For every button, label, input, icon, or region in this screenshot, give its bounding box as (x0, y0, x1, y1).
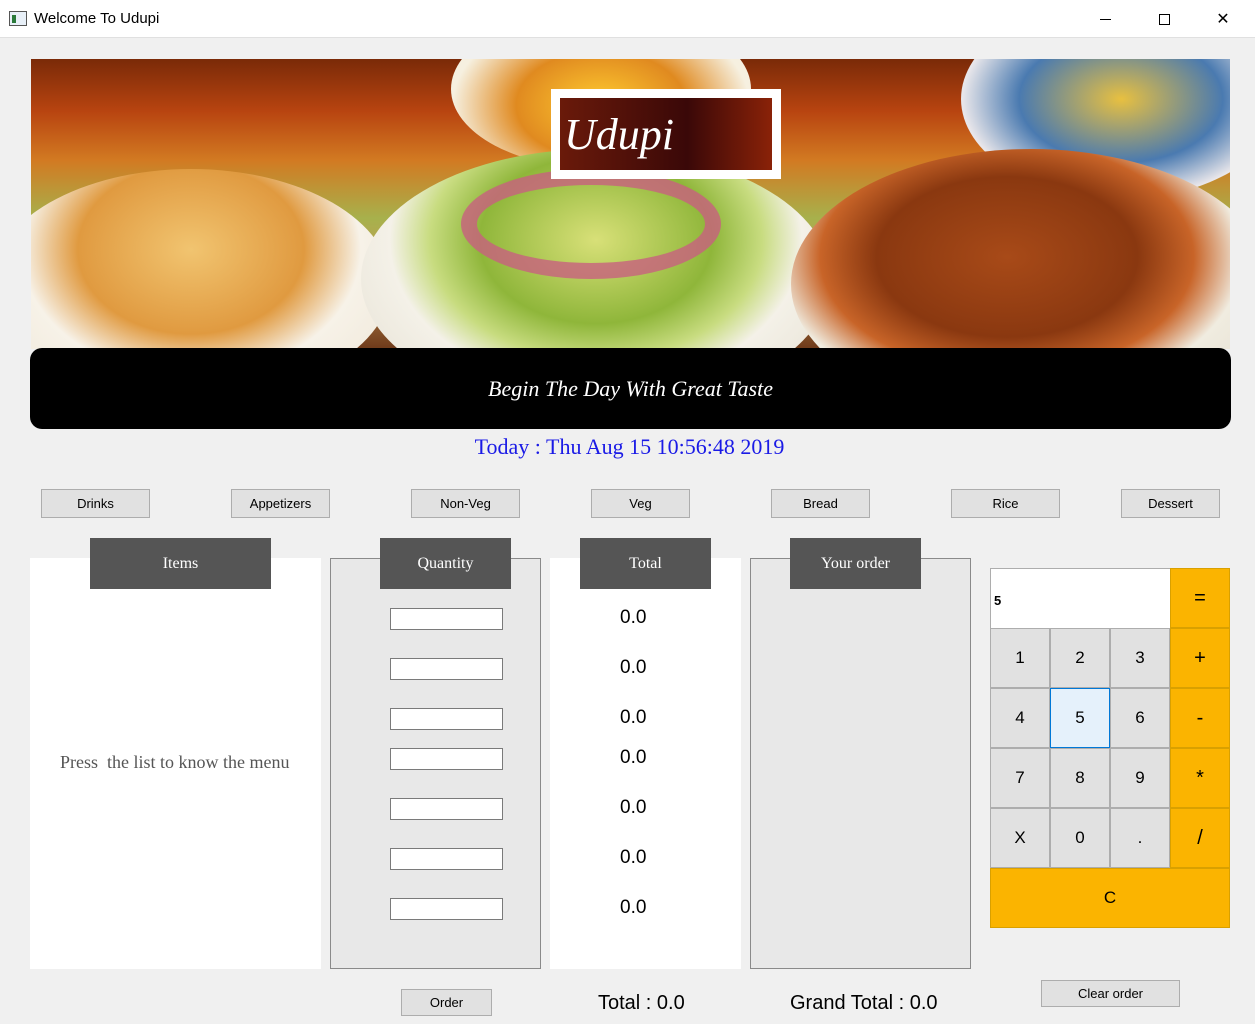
category-rice-button[interactable]: Rice (951, 489, 1060, 518)
calc-key-3[interactable]: 3 (1110, 628, 1170, 688)
clear-order-button[interactable]: Clear order (1041, 980, 1180, 1007)
order-button[interactable]: Order (401, 989, 492, 1016)
date-label: Today : Thu Aug 15 10:56:48 2019 (474, 434, 785, 459)
calc-clear-button[interactable]: C (990, 868, 1230, 928)
calc-key-8[interactable]: 8 (1050, 748, 1110, 808)
category-drinks-button[interactable]: Drinks (41, 489, 150, 518)
items-hint: Press the list to know the menu (60, 752, 290, 772)
calc-key-1[interactable]: 1 (990, 628, 1050, 688)
quantity-input[interactable] (390, 848, 503, 870)
calc-key-7[interactable]: 7 (990, 748, 1050, 808)
quantity-input[interactable] (390, 898, 503, 920)
title-bar: Welcome To Udupi ✕ (0, 0, 1255, 38)
calc-key-2[interactable]: 2 (1050, 628, 1110, 688)
item-total: 0.0 (620, 747, 647, 768)
banner-image: Udupi (31, 59, 1230, 349)
logo-text: Udupi (564, 109, 674, 159)
multiply-button[interactable]: * (1170, 748, 1230, 808)
calc-key-5[interactable]: 5 (1050, 688, 1110, 748)
divide-button[interactable]: / (1170, 808, 1230, 868)
quantity-input[interactable] (390, 748, 503, 770)
category-bread-button[interactable]: Bread (771, 489, 870, 518)
item-total: 0.0 (620, 607, 647, 628)
total-label: Total : 0.0 (598, 992, 685, 1014)
logo: Udupi (551, 89, 781, 179)
calc-key-4[interactable]: 4 (990, 688, 1050, 748)
category-veg-button[interactable]: Veg (591, 489, 690, 518)
your-order-panel (750, 558, 971, 969)
quantity-header: Quantity (380, 538, 511, 589)
calc-key-dot[interactable]: . (1110, 808, 1170, 868)
minus-button[interactable]: - (1170, 688, 1230, 748)
window-title: Welcome To Udupi (34, 10, 160, 27)
calc-key-9[interactable]: 9 (1110, 748, 1170, 808)
total-header: Total (580, 538, 711, 589)
tagline-bar: Begin The Day With Great Taste (30, 348, 1231, 429)
plus-button[interactable]: + (1170, 628, 1230, 688)
items-header: Items (90, 538, 271, 589)
item-total: 0.0 (620, 847, 647, 868)
grand-total-label: Grand Total : 0.0 (790, 992, 938, 1014)
close-button[interactable]: ✕ (1194, 0, 1252, 38)
item-total: 0.0 (620, 797, 647, 818)
quantity-input[interactable] (390, 798, 503, 820)
calc-key-6[interactable]: 6 (1110, 688, 1170, 748)
calculator-display[interactable]: 5 (990, 568, 1171, 629)
category-appetizers-button[interactable]: Appetizers (231, 489, 330, 518)
category-dessert-button[interactable]: Dessert (1121, 489, 1220, 518)
maximize-icon (1158, 13, 1170, 25)
quantity-input[interactable] (390, 708, 503, 730)
calc-key-0[interactable]: 0 (1050, 808, 1110, 868)
maximize-button[interactable] (1135, 0, 1193, 38)
minimize-button[interactable] (1076, 0, 1134, 38)
tagline: Begin The Day With Great Taste (488, 375, 773, 401)
close-icon: ✕ (1216, 11, 1230, 28)
category-non-veg-button[interactable]: Non-Veg (411, 489, 520, 518)
your-order-header: Your order (790, 538, 921, 589)
minimize-icon (1099, 18, 1111, 20)
item-total: 0.0 (620, 707, 647, 728)
quantity-input[interactable] (390, 608, 503, 630)
calc-key-x[interactable]: X (990, 808, 1050, 868)
item-total: 0.0 (620, 657, 647, 678)
onion-ring (461, 169, 721, 279)
food-bowl (31, 169, 391, 349)
quantity-input[interactable] (390, 658, 503, 680)
item-total: 0.0 (620, 897, 647, 918)
food-bowl (791, 149, 1230, 349)
equals-button[interactable]: = (1170, 568, 1230, 628)
app-icon (9, 11, 27, 26)
